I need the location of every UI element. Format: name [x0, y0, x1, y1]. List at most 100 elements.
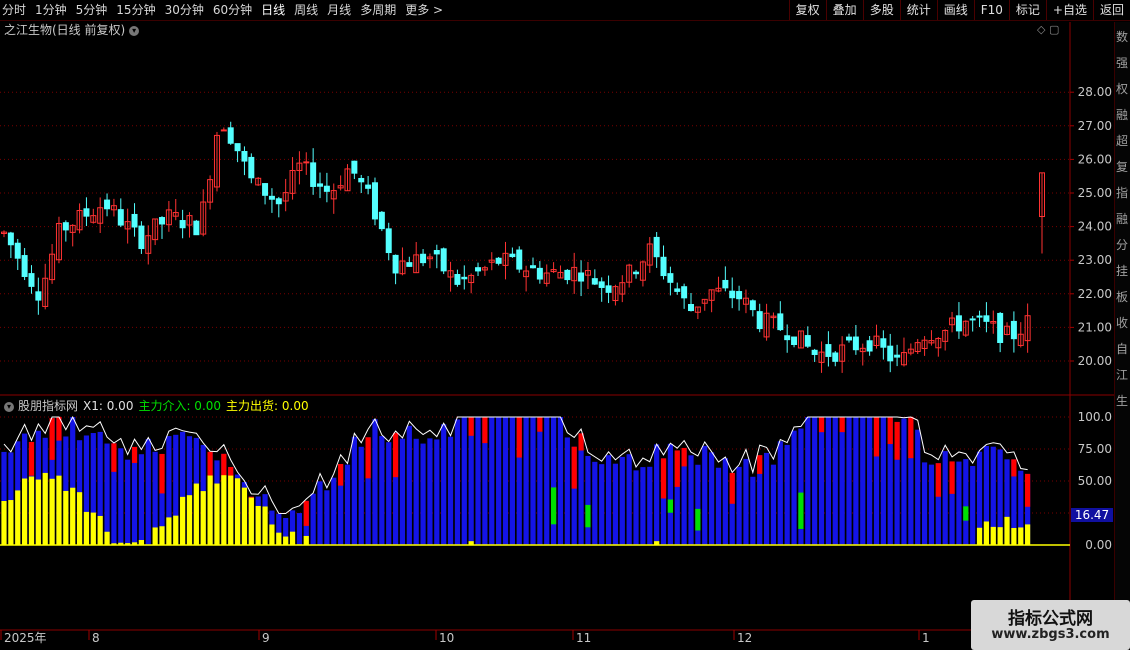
- ind-blue-bar-43: [296, 513, 303, 545]
- ind-blue-bar-48: [331, 477, 337, 545]
- chevron-down-icon[interactable]: ▾: [4, 401, 14, 412]
- candle-body-118: [811, 349, 818, 355]
- ind-blue-bar-95: [654, 444, 660, 545]
- candle-body-64: [440, 248, 447, 272]
- strip-label-5[interactable]: 复: [1116, 158, 1128, 175]
- ind-blue-bar-60: [413, 438, 419, 545]
- ind-blue-bar-118: [812, 417, 818, 545]
- price-tick-label-1: 27.00: [1078, 119, 1112, 133]
- candle-body-45: [310, 162, 317, 187]
- ind-yellow-bar-29: [200, 491, 206, 545]
- ind-blue-bar-103: [709, 452, 715, 545]
- ind-blue-bar-77: [530, 417, 536, 545]
- ind-yellow-bar-142: [976, 527, 983, 545]
- ind-blue-bar-52: [358, 446, 364, 545]
- ind-blue-bar-113: [777, 441, 783, 545]
- ind-red-bar-130: [894, 421, 900, 460]
- ind-red-bar-132: [908, 416, 914, 459]
- candle-body-28: [193, 220, 200, 236]
- ind-yellow-bar-1: [8, 500, 14, 545]
- candle-body-12: [83, 208, 90, 217]
- ind-red-bar-49: [338, 463, 344, 486]
- ind-blue-bar-68: [468, 417, 474, 545]
- time-label-4: 11: [576, 631, 591, 645]
- candle-body-106: [729, 290, 736, 299]
- strip-label-1[interactable]: 强: [1116, 54, 1128, 71]
- ind-red-bar-147: [1011, 459, 1017, 477]
- ind-blue-bar-76: [523, 417, 529, 545]
- strip-label-10[interactable]: 板: [1116, 288, 1128, 305]
- ind-blue-bar-90: [619, 456, 625, 545]
- candle-body-59: [406, 262, 413, 267]
- ind-yellow-bar-8: [56, 475, 62, 545]
- ind-blue-bar-50: [344, 464, 351, 545]
- indicator-name[interactable]: 股朋指标网: [18, 399, 78, 413]
- ind-blue-bar-63: [434, 439, 440, 545]
- ind-yellow-bar-32: [221, 475, 227, 545]
- chevron-down-icon[interactable]: ▾: [129, 25, 140, 36]
- ind-red-bar-57: [392, 432, 399, 478]
- strip-label-11[interactable]: 收: [1116, 314, 1128, 331]
- candle-body-139: [955, 315, 962, 332]
- candle-body-147: [1010, 320, 1017, 340]
- ind-blue-bar-85: [585, 455, 591, 545]
- ind-blue-bar-86: [592, 461, 598, 545]
- ind-blue-bar-121: [832, 417, 838, 545]
- zl-in-value: 主力介入: 0.00: [138, 399, 222, 413]
- strip-label-6[interactable]: 指: [1116, 184, 1128, 201]
- candle-body-96: [660, 256, 667, 277]
- candle-body-145: [997, 312, 1004, 343]
- ind-yellow-bar-33: [228, 475, 234, 545]
- ind-blue-bar-64: [441, 424, 447, 545]
- ind-blue-bar-94: [647, 466, 653, 545]
- ind-yellow-bar-148: [1018, 527, 1024, 545]
- ind-red-bar-53: [365, 437, 371, 479]
- ind-red-bar-19: [131, 446, 138, 463]
- candle-body-105: [722, 279, 729, 289]
- ind-yellow-bar-11: [76, 492, 83, 545]
- candle-body-95: [653, 236, 660, 258]
- strip-label-8[interactable]: 分: [1116, 236, 1128, 253]
- strip-label-3[interactable]: 融: [1116, 106, 1128, 123]
- candle-body-142: [976, 315, 983, 318]
- candle-body-2: [14, 242, 21, 259]
- candle-body-3: [21, 255, 28, 277]
- ind-blue-bar-111: [763, 452, 770, 545]
- ind-red-bar-122: [839, 416, 845, 433]
- ind-red-bar-136: [935, 463, 941, 497]
- candle-body-55: [378, 211, 385, 230]
- ind-yellow-bar-27: [186, 495, 193, 545]
- ind-yellow-bar-40: [276, 532, 282, 545]
- ind-red-bar-110: [757, 455, 763, 474]
- ind-blue-bar-91: [626, 454, 632, 545]
- ind-green-bar-140: [963, 506, 969, 521]
- ind-yellow-bar-28: [193, 483, 199, 545]
- ind-blue-bar-128: [880, 417, 886, 545]
- ind-blue-bar-93: [640, 467, 646, 545]
- candle-body-4: [28, 273, 35, 287]
- ind-yellow-bar-10: [70, 487, 76, 545]
- watermark-line1: 指标公式网: [1008, 609, 1093, 629]
- strip-label-0[interactable]: 数: [1116, 28, 1128, 45]
- strip-label-13[interactable]: 江: [1116, 366, 1128, 383]
- ind-blue-bar-115: [791, 430, 797, 545]
- strip-label-2[interactable]: 权: [1116, 80, 1128, 97]
- chart-controls[interactable]: ◇ ▢: [1037, 23, 1059, 36]
- ind-red-bar-23: [159, 453, 165, 494]
- diamond-icon[interactable]: ◇: [1037, 23, 1045, 36]
- strip-label-14[interactable]: 生: [1116, 392, 1128, 409]
- candle-body-124: [852, 336, 859, 351]
- ind-red-bar-99: [681, 447, 687, 467]
- price-tick-label-5: 23.00: [1078, 253, 1112, 267]
- ind-blue-bar-51: [351, 436, 357, 545]
- window-icon[interactable]: ▢: [1049, 23, 1059, 36]
- ind-blue-bar-105: [722, 458, 728, 545]
- ind-blue-bar-112: [770, 464, 777, 545]
- candle-body-56: [385, 228, 392, 254]
- strip-label-9[interactable]: 挂: [1116, 262, 1128, 279]
- strip-label-4[interactable]: 超: [1116, 132, 1128, 149]
- strip-label-7[interactable]: 融: [1116, 210, 1128, 227]
- strip-label-12[interactable]: 自: [1116, 340, 1128, 357]
- ind-yellow-bar-147: [1011, 527, 1017, 545]
- ind-yellow-bar-34: [234, 478, 241, 545]
